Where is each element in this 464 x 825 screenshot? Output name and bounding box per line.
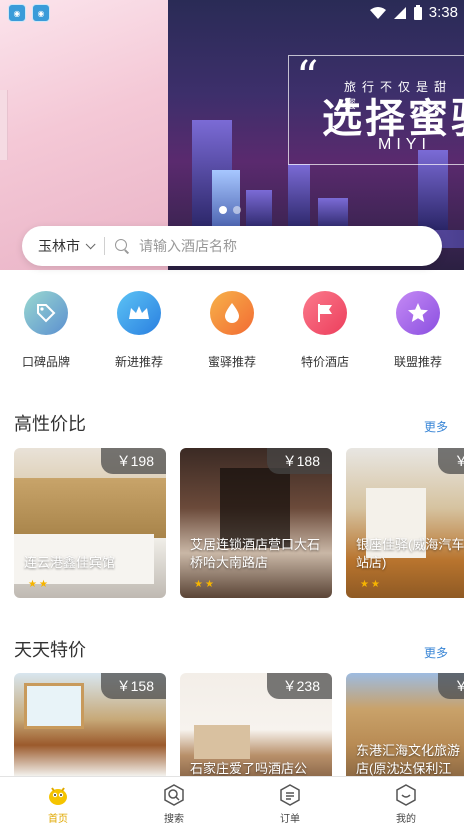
search-bar[interactable]: 玉林市 请输入酒店名称 xyxy=(22,226,442,266)
hotel-name: 艾居连锁酒店营口大石桥哈大南路店 xyxy=(190,537,321,570)
tab-label: 我的 xyxy=(396,814,416,825)
hotel-card[interactable]: ￥158 xyxy=(14,673,166,776)
profile-icon xyxy=(396,784,416,806)
city-selector[interactable]: 玉林市 xyxy=(22,236,96,256)
drop-icon xyxy=(210,291,254,335)
hotel-card[interactable]: ￥8 东港汇海文化旅游店(原沈达保利江 xyxy=(346,673,464,776)
card-photo-furniture xyxy=(194,725,250,759)
hotel-card[interactable]: ￥2 银座佳驿(威海汽车站店) ★★ xyxy=(346,448,464,598)
tab-label: 订单 xyxy=(280,814,300,825)
notification-app-icon: ◉ xyxy=(32,4,50,22)
price-tag: ￥188 xyxy=(266,448,332,474)
price-tag: ￥2 xyxy=(438,448,464,474)
price-tag: ￥198 xyxy=(100,448,166,474)
star-rating: ★★ xyxy=(28,579,50,590)
card-photo-headboard xyxy=(14,478,166,538)
search-input[interactable]: 请输入酒店名称 xyxy=(139,236,237,256)
star-rating: ★★ xyxy=(194,579,216,590)
banner-quote-mark: “ xyxy=(296,52,319,103)
card-photo-window xyxy=(24,683,84,729)
search-divider xyxy=(104,237,105,255)
bottom-tab-bar: 首页 搜索 订单 我的 xyxy=(0,776,464,825)
banner-brand: MIYI xyxy=(378,136,431,153)
hotel-card[interactable]: ￥238 石家庄爱了吗酒店公 xyxy=(180,673,332,776)
more-link-daily[interactable]: 更多 xyxy=(424,644,448,661)
chevron-down-icon xyxy=(85,238,96,249)
order-icon xyxy=(280,784,300,806)
hotel-name: 连云港鑫佳宾馆 xyxy=(24,555,116,570)
signal-icon xyxy=(393,6,406,19)
home-icon xyxy=(49,787,67,805)
crown-icon xyxy=(117,291,161,335)
category-label: 新进推荐 xyxy=(114,355,163,369)
section-title-value: 高性价比 xyxy=(14,414,86,434)
search-tab-icon xyxy=(164,784,184,806)
category-new[interactable]: 新进推荐 xyxy=(99,288,179,370)
category-label: 蜜驿推荐 xyxy=(207,355,256,369)
category-label: 特价酒店 xyxy=(300,355,349,369)
price-tag: ￥158 xyxy=(100,673,166,699)
notification-app-icon: ◉ xyxy=(8,4,26,22)
wifi-icon xyxy=(369,6,386,19)
tab-home[interactable]: 首页 xyxy=(0,777,116,825)
price-tag: ￥238 xyxy=(266,673,332,699)
carousel-dot[interactable] xyxy=(219,206,227,214)
carousel-dots xyxy=(219,206,241,214)
city-name: 玉林市 xyxy=(38,238,80,254)
banner-side-stripe xyxy=(0,90,8,160)
star-rating: ★★ xyxy=(360,579,382,590)
city-building xyxy=(246,190,272,230)
tab-orders[interactable]: 订单 xyxy=(232,777,348,825)
category-label: 联盟推荐 xyxy=(393,355,442,369)
price-tag: ￥8 xyxy=(438,673,464,699)
category-alliance[interactable]: 联盟推荐 xyxy=(378,288,458,370)
more-link-value[interactable]: 更多 xyxy=(424,418,448,435)
section-title-daily: 天天特价 xyxy=(14,640,86,660)
hotel-card[interactable]: ￥188 艾居连锁酒店营口大石桥哈大南路店 ★★ xyxy=(180,448,332,598)
battery-icon xyxy=(413,4,422,20)
status-time: 3:38 xyxy=(428,4,458,21)
search-icon xyxy=(115,239,129,253)
hotel-card[interactable]: ￥198 连云港鑫佳宾馆 ★★ xyxy=(14,448,166,598)
category-miyi[interactable]: 蜜驿推荐 xyxy=(192,288,272,370)
tag-icon xyxy=(24,291,68,335)
status-bar: ◉ ◉ 3:38 xyxy=(0,0,464,26)
tab-label: 首页 xyxy=(48,814,68,825)
tab-profile[interactable]: 我的 xyxy=(348,777,464,825)
city-building xyxy=(288,164,310,230)
category-special[interactable]: 特价酒店 xyxy=(285,288,365,370)
tab-label: 搜索 xyxy=(164,814,184,825)
hotel-name: 东港汇海文化旅游店(原沈达保利江 xyxy=(356,743,461,776)
category-koubei[interactable]: 口碑品牌 xyxy=(6,288,86,370)
tab-search[interactable]: 搜索 xyxy=(116,777,232,825)
hotel-name: 银座佳驿(威海汽车站店) xyxy=(356,537,464,570)
category-row: 口碑品牌 新进推荐 蜜驿推荐 特价酒店 联盟推荐 xyxy=(0,288,464,378)
hotel-name: 石家庄爱了吗酒店公 xyxy=(190,761,308,776)
flag-icon xyxy=(303,291,347,335)
category-label: 口碑品牌 xyxy=(21,355,70,369)
carousel-dot[interactable] xyxy=(233,206,241,214)
star-icon xyxy=(396,291,440,335)
